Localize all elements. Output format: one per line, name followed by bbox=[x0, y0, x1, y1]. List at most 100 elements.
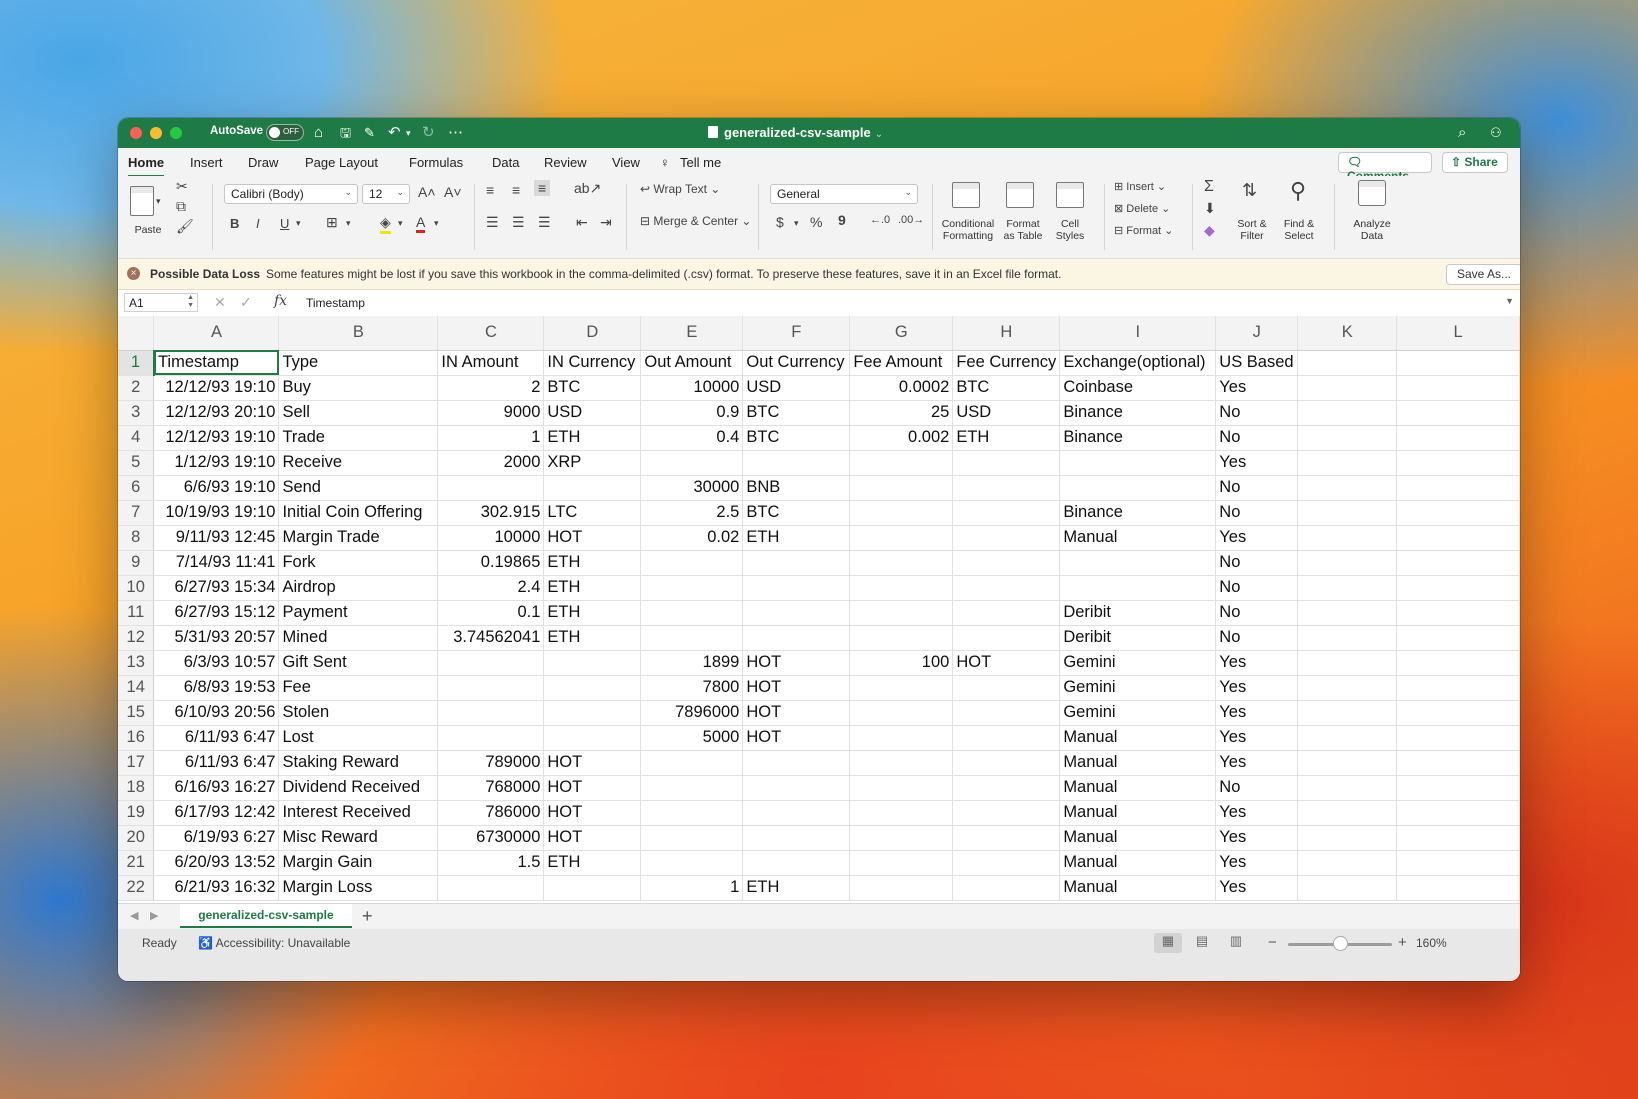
cell-b20[interactable]: Misc Reward bbox=[278, 825, 439, 851]
cell-i20[interactable]: Manual bbox=[1059, 825, 1217, 851]
tab-review[interactable]: Review bbox=[544, 155, 587, 170]
cell-h16[interactable] bbox=[952, 725, 1061, 751]
cell-d2[interactable]: BTC bbox=[543, 375, 642, 401]
tab-home[interactable]: Home bbox=[128, 155, 165, 178]
cell-d9[interactable]: ETH bbox=[543, 550, 642, 576]
cell-h14[interactable] bbox=[952, 675, 1061, 701]
cell-e16[interactable]: 5000 bbox=[640, 725, 744, 751]
cell-e19[interactable] bbox=[640, 800, 744, 826]
row-header[interactable]: 12 bbox=[118, 625, 155, 651]
cell-d12[interactable]: ETH bbox=[543, 625, 642, 651]
row-header[interactable]: 18 bbox=[118, 775, 155, 801]
cell-k1[interactable] bbox=[1297, 350, 1398, 376]
align-top-icon[interactable]: ≡ bbox=[486, 182, 494, 198]
currency-button[interactable]: $ bbox=[776, 214, 784, 230]
cell-f19[interactable] bbox=[742, 800, 851, 826]
cell-f15[interactable]: HOT bbox=[742, 700, 851, 726]
cell-a19[interactable]: 6/17/93 12:42 bbox=[153, 800, 280, 826]
cell-l5[interactable] bbox=[1396, 450, 1520, 476]
cell-h12[interactable] bbox=[952, 625, 1061, 651]
cell-a22[interactable]: 6/21/93 16:32 bbox=[153, 875, 280, 901]
cell-d10[interactable]: ETH bbox=[543, 575, 642, 601]
cell-c12[interactable]: 3.74562041 bbox=[437, 625, 545, 651]
cell-b21[interactable]: Margin Gain bbox=[278, 850, 439, 876]
name-box-stepper-icon[interactable]: ▲ ▼ bbox=[187, 294, 194, 310]
cell-f7[interactable]: BTC bbox=[742, 500, 851, 526]
name-box[interactable]: A1 ▲ ▼ bbox=[124, 293, 198, 312]
cell-g13[interactable]: 100 bbox=[849, 650, 954, 676]
cell-k20[interactable] bbox=[1297, 825, 1398, 851]
analyze-data-label[interactable]: Analyze Data bbox=[1350, 218, 1394, 242]
cell-h6[interactable] bbox=[952, 475, 1061, 501]
cell-a1[interactable]: Timestamp bbox=[153, 350, 280, 376]
cell-a4[interactable]: 12/12/93 19:10 bbox=[153, 425, 280, 451]
comma-button[interactable]: 9 bbox=[838, 212, 846, 228]
cell-j18[interactable]: No bbox=[1215, 775, 1299, 801]
row-header[interactable]: 21 bbox=[118, 850, 155, 876]
cell-styles-label[interactable]: Cell Styles bbox=[1050, 218, 1090, 242]
cell-k16[interactable] bbox=[1297, 725, 1398, 751]
cell-i14[interactable]: Gemini bbox=[1059, 675, 1217, 701]
cell-g6[interactable] bbox=[849, 475, 954, 501]
enter-icon[interactable]: ✓ bbox=[240, 294, 252, 311]
cell-g14[interactable] bbox=[849, 675, 954, 701]
comments-button[interactable]: 🗨 Comments bbox=[1338, 152, 1432, 183]
cell-i15[interactable]: Gemini bbox=[1059, 700, 1217, 726]
row-header[interactable]: 3 bbox=[118, 400, 155, 426]
row-header[interactable]: 19 bbox=[118, 800, 155, 826]
cell-i19[interactable]: Manual bbox=[1059, 800, 1217, 826]
cell-f4[interactable]: BTC bbox=[742, 425, 851, 451]
cell-b17[interactable]: Staking Reward bbox=[278, 750, 439, 776]
cell-c1[interactable]: IN Amount bbox=[437, 350, 545, 376]
cell-i22[interactable]: Manual bbox=[1059, 875, 1217, 901]
autosum-icon[interactable]: Σ bbox=[1204, 178, 1214, 196]
cell-f2[interactable]: USD bbox=[742, 375, 851, 401]
cell-h18[interactable] bbox=[952, 775, 1061, 801]
cell-k5[interactable] bbox=[1297, 450, 1398, 476]
cell-a11[interactable]: 6/27/93 15:12 bbox=[153, 600, 280, 626]
tab-draw[interactable]: Draw bbox=[248, 155, 278, 170]
align-center-icon[interactable]: ☰ bbox=[512, 214, 525, 231]
cell-l12[interactable] bbox=[1396, 625, 1520, 651]
cell-j15[interactable]: Yes bbox=[1215, 700, 1299, 726]
cell-l9[interactable] bbox=[1396, 550, 1520, 576]
cell-b4[interactable]: Trade bbox=[278, 425, 439, 451]
cell-h7[interactable] bbox=[952, 500, 1061, 526]
borders-icon[interactable]: ⊞ bbox=[326, 214, 338, 231]
add-sheet-button[interactable]: + bbox=[362, 906, 373, 927]
cell-l21[interactable] bbox=[1396, 850, 1520, 876]
cell-c3[interactable]: 9000 bbox=[437, 400, 545, 426]
cell-i13[interactable]: Gemini bbox=[1059, 650, 1217, 676]
cell-k9[interactable] bbox=[1297, 550, 1398, 576]
cell-i6[interactable] bbox=[1059, 475, 1217, 501]
cell-l7[interactable] bbox=[1396, 500, 1520, 526]
cell-l13[interactable] bbox=[1396, 650, 1520, 676]
row-header[interactable]: 2 bbox=[118, 375, 155, 401]
row-header[interactable]: 13 bbox=[118, 650, 155, 676]
format-cells-button[interactable]: ⊟ Format ⌄ bbox=[1114, 224, 1173, 237]
normal-view-icon[interactable]: ▦ bbox=[1154, 933, 1182, 953]
cell-c19[interactable]: 786000 bbox=[437, 800, 545, 826]
zoom-out-icon[interactable]: − bbox=[1268, 934, 1277, 951]
cell-f9[interactable] bbox=[742, 550, 851, 576]
cell-g12[interactable] bbox=[849, 625, 954, 651]
cell-k12[interactable] bbox=[1297, 625, 1398, 651]
cell-a18[interactable]: 6/16/93 16:27 bbox=[153, 775, 280, 801]
column-header-h[interactable]: H bbox=[952, 316, 1061, 351]
cell-d14[interactable] bbox=[543, 675, 642, 701]
currency-dropdown-icon[interactable]: ▾ bbox=[794, 218, 799, 229]
cell-f14[interactable]: HOT bbox=[742, 675, 851, 701]
cell-c13[interactable] bbox=[437, 650, 545, 676]
cell-j19[interactable]: Yes bbox=[1215, 800, 1299, 826]
save-as-button[interactable]: Save As... bbox=[1446, 264, 1520, 285]
cell-b18[interactable]: Dividend Received bbox=[278, 775, 439, 801]
cell-i21[interactable]: Manual bbox=[1059, 850, 1217, 876]
cell-d22[interactable] bbox=[543, 875, 642, 901]
align-right-icon[interactable]: ☰ bbox=[538, 214, 551, 231]
row-header[interactable]: 11 bbox=[118, 600, 155, 626]
page-layout-view-icon[interactable]: ▤ bbox=[1188, 933, 1216, 953]
cell-c9[interactable]: 0.19865 bbox=[437, 550, 545, 576]
cell-d6[interactable] bbox=[543, 475, 642, 501]
cell-d15[interactable] bbox=[543, 700, 642, 726]
cell-e12[interactable] bbox=[640, 625, 744, 651]
